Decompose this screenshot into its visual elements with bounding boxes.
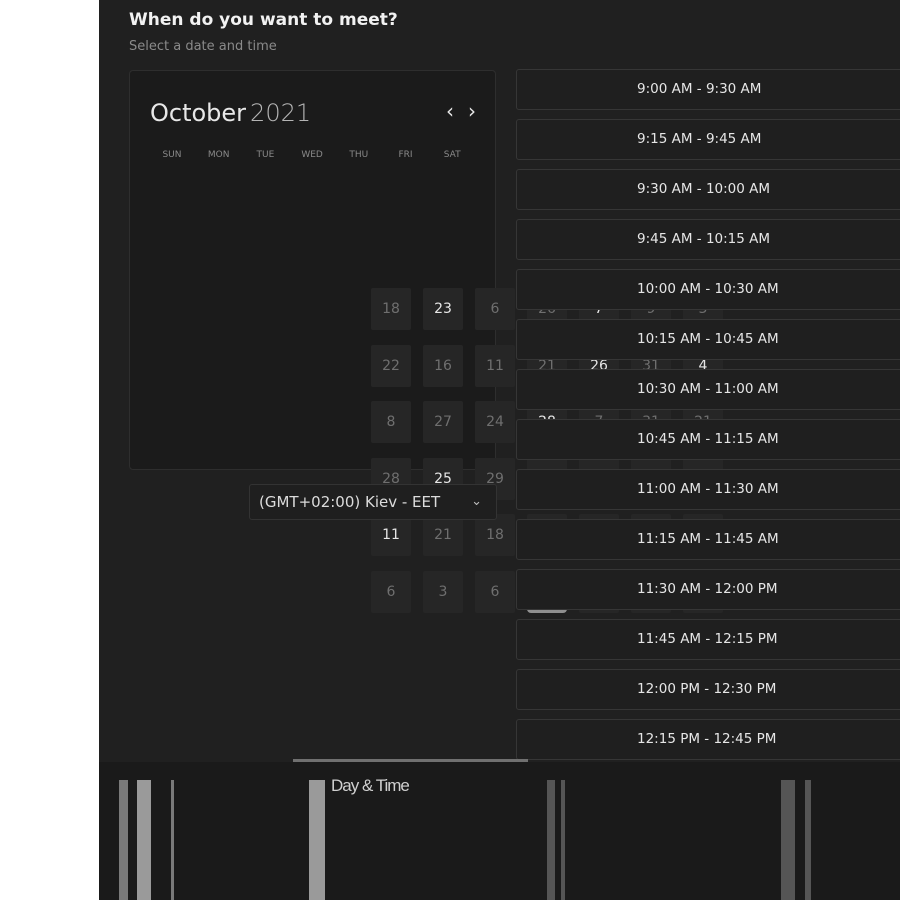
calendar-day[interactable]: 6: [371, 570, 411, 613]
time-slot-button[interactable]: 9:45 AM - 10:15 AM: [516, 219, 900, 260]
calendar-day[interactable]: 18: [475, 514, 515, 556]
time-slot-button[interactable]: 11:15 AM - 11:45 AM: [516, 519, 900, 560]
tab-glitch: [171, 780, 174, 900]
calendar-day[interactable]: 23: [423, 288, 463, 330]
timezone-select[interactable]: (GMT+02:00) Kiev - EET ⌄: [249, 484, 497, 520]
chevron-down-icon: ⌄: [471, 494, 482, 509]
year-label: 2021: [250, 99, 312, 127]
active-tab-indicator: [293, 759, 528, 762]
tab-glitch: [561, 780, 565, 900]
time-slot-button[interactable]: 10:15 AM - 10:45 AM: [516, 319, 900, 360]
time-slot-button[interactable]: 12:00 PM - 12:30 PM: [516, 669, 900, 710]
tab-glitch: [781, 780, 795, 900]
bottom-tab-bar: Day & Time: [99, 759, 900, 900]
weekday-label: THU: [349, 150, 369, 160]
timezone-value: (GMT+02:00) Kiev - EET: [259, 493, 441, 511]
calendar-day[interactable]: 24: [475, 401, 515, 443]
time-slot-button[interactable]: 10:45 AM - 11:15 AM: [516, 419, 900, 460]
calendar-day[interactable]: 11: [475, 344, 515, 387]
calendar-day[interactable]: 22: [371, 344, 411, 387]
time-slot-button[interactable]: 9:30 AM - 10:00 AM: [516, 169, 900, 210]
calendar-day[interactable]: 21: [423, 514, 463, 556]
tab-glitch: [547, 780, 555, 900]
time-slot-button[interactable]: 9:00 AM - 9:30 AM: [516, 69, 900, 110]
time-slot-button[interactable]: 11:30 AM - 12:00 PM: [516, 569, 900, 610]
time-slot-button[interactable]: 10:00 AM - 10:30 AM: [516, 269, 900, 310]
calendar-day[interactable]: 11: [371, 514, 411, 556]
tab-glitch: [137, 780, 151, 900]
tab-glitch: [309, 780, 325, 900]
calendar-day[interactable]: 6: [475, 570, 515, 613]
time-slot-button[interactable]: 12:15 PM - 12:45 PM: [516, 719, 900, 760]
calendar-day[interactable]: 18: [371, 288, 411, 330]
calendar-day[interactable]: 8: [371, 401, 411, 443]
time-slot-button[interactable]: 11:45 AM - 12:15 PM: [516, 619, 900, 660]
calendar-day[interactable]: 27: [423, 401, 463, 443]
time-slot-button[interactable]: 11:00 AM - 11:30 AM: [516, 469, 900, 510]
calendar-day[interactable]: 6: [475, 288, 515, 330]
weekday-label: FRI: [398, 150, 413, 160]
tab-day-time[interactable]: Day & Time: [331, 776, 410, 796]
weekday-label: WED: [301, 150, 323, 160]
page-title: When do you want to meet?: [129, 10, 398, 30]
prev-month-icon[interactable]: ‹: [446, 99, 454, 123]
next-month-icon[interactable]: ›: [468, 99, 476, 123]
weekday-label: TUE: [256, 150, 275, 160]
time-slot-button[interactable]: 10:30 AM - 11:00 AM: [516, 369, 900, 410]
scheduler-app: When do you want to meet? Select a date …: [99, 0, 900, 900]
tab-glitch: [805, 780, 811, 900]
month-year-label: October 2021: [150, 99, 311, 127]
weekday-label: SUN: [162, 150, 182, 160]
calendar-day[interactable]: 3: [423, 570, 463, 613]
time-slot-button[interactable]: 9:15 AM - 9:45 AM: [516, 119, 900, 160]
calendar-day[interactable]: 16: [423, 344, 463, 387]
tab-glitch: [119, 780, 128, 900]
weekday-label: MON: [207, 150, 230, 160]
page-subtitle: Select a date and time: [129, 39, 277, 54]
weekday-label: SAT: [443, 150, 461, 160]
month-label: October: [150, 99, 247, 127]
